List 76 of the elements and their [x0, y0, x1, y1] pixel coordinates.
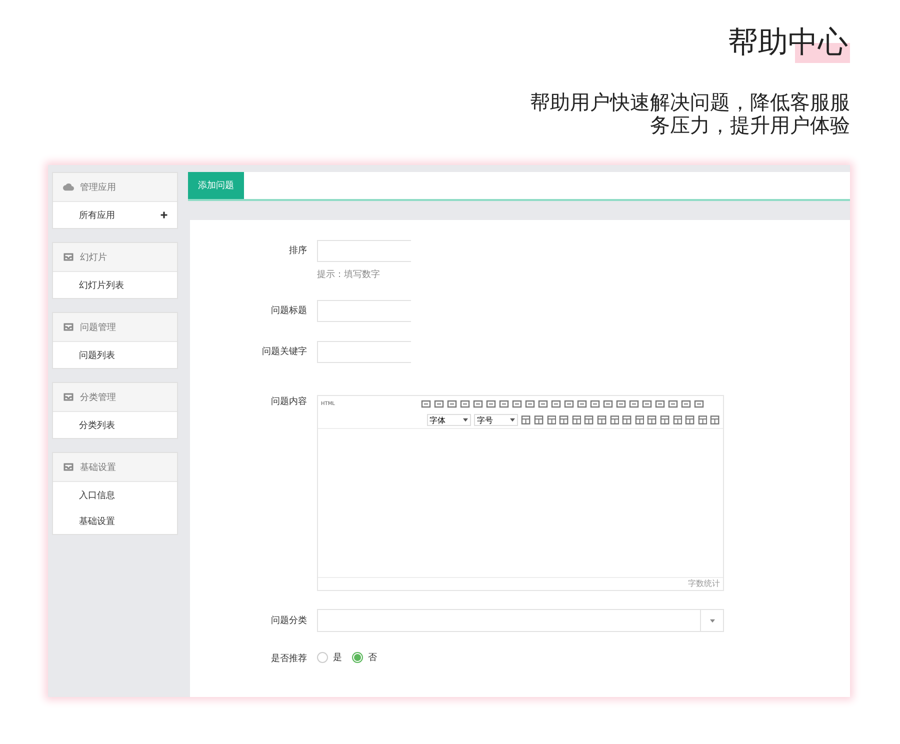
table-tool-icon[interactable]: [521, 415, 532, 425]
sidebar-heading[interactable]: 管理应用: [53, 173, 177, 202]
toolbar-icon[interactable]: [434, 399, 444, 409]
toolbar-icon[interactable]: [524, 399, 535, 409]
table-tool-icon[interactable]: [685, 415, 695, 425]
radio-button[interactable]: [317, 652, 328, 663]
word-count: 字数统计: [688, 579, 720, 588]
field-label: 排序: [288, 244, 308, 258]
toolbar-icon[interactable]: [512, 399, 522, 409]
sidebar-heading[interactable]: 问题管理: [53, 313, 177, 342]
toolbar-icon[interactable]: [446, 399, 457, 409]
font-dropdown[interactable]: 字体: [426, 414, 472, 426]
sidebar-heading[interactable]: 幻灯片: [53, 243, 177, 272]
sidebar-item[interactable]: 所有应用: [53, 202, 177, 228]
sidebar-item[interactable]: 问题列表: [53, 342, 177, 368]
plus-icon[interactable]: [160, 211, 168, 219]
toolbar-icon[interactable]: [616, 399, 626, 409]
table-tool-icon[interactable]: [647, 415, 657, 425]
field-label: 是否推荐: [270, 652, 308, 666]
toolbar-icon[interactable]: [590, 399, 600, 409]
toolbar-icon[interactable]: [642, 399, 652, 409]
toolbar-icon[interactable]: [498, 399, 509, 409]
toolbar-icon[interactable]: [564, 399, 574, 409]
sidebar-heading[interactable]: 基础设置: [53, 453, 177, 482]
sidebar-item[interactable]: 基础设置: [53, 508, 177, 534]
tray-icon: [63, 463, 74, 471]
sidebar-heading[interactable]: 分类管理: [53, 383, 177, 412]
field-hint: 提示：填写数字: [317, 268, 381, 281]
sidebar-item[interactable]: 幻灯片列表: [53, 272, 177, 298]
field-label: 问题标题: [270, 304, 308, 318]
toolbar-icon[interactable]: [576, 399, 587, 409]
toolbar-icon[interactable]: [680, 399, 691, 409]
toolbar-icon[interactable]: [694, 399, 704, 409]
toolbar-icon[interactable]: [628, 399, 639, 409]
table-tool-icon[interactable]: [534, 415, 544, 425]
table-tool-icon[interactable]: [584, 415, 594, 425]
table-tool-icon[interactable]: [546, 415, 556, 425]
tray-icon: [63, 253, 74, 261]
table-tool-icon[interactable]: [634, 415, 644, 425]
caret-icon: [710, 618, 714, 622]
input-field[interactable]: [317, 240, 411, 262]
sidebar-item[interactable]: 入口信息: [53, 482, 177, 508]
toolbar-icon[interactable]: [550, 399, 561, 409]
toolbar-icon[interactable]: [602, 399, 613, 409]
caret-icon: [463, 418, 468, 422]
page-subtitle: 帮助用户快速解决问题，降低客服服务压力，提升用户体验: [530, 91, 850, 137]
caret-icon: [510, 418, 516, 422]
input-field[interactable]: [317, 341, 411, 363]
toolbar-icon[interactable]: [472, 399, 483, 409]
radio-label[interactable]: 是: [333, 651, 342, 664]
table-tool-icon[interactable]: [698, 415, 708, 425]
cloud-icon: [63, 183, 74, 191]
radio-button[interactable]: [352, 652, 363, 663]
tray-icon: [63, 393, 74, 401]
table-tool-icon[interactable]: [559, 415, 569, 425]
toolbar-icon[interactable]: [654, 399, 665, 409]
table-tool-icon[interactable]: [660, 415, 670, 425]
table-tool-icon[interactable]: [622, 415, 632, 425]
table-tool-icon[interactable]: [572, 415, 582, 425]
toolbar-icon[interactable]: [668, 399, 678, 409]
table-tool-icon[interactable]: [672, 415, 682, 425]
toolbar-icon[interactable]: [420, 399, 431, 409]
sidebar-item[interactable]: 分类列表: [53, 412, 177, 438]
table-tool-icon[interactable]: [710, 415, 720, 425]
toolbar-icon[interactable]: [538, 399, 548, 409]
toolbar-icon[interactable]: [486, 399, 496, 409]
tray-icon: [63, 323, 74, 331]
toolbar-icon[interactable]: [460, 399, 470, 409]
field-label: 问题内容: [270, 396, 308, 409]
field-label: 问题关键字: [261, 346, 308, 359]
field-label: 问题分类: [270, 614, 308, 628]
table-tool-icon[interactable]: [610, 415, 620, 425]
table-tool-icon[interactable]: [597, 415, 607, 425]
input-field[interactable]: [317, 300, 411, 322]
font-dropdown[interactable]: 字号: [474, 414, 518, 426]
radio-label[interactable]: 否: [368, 651, 377, 664]
